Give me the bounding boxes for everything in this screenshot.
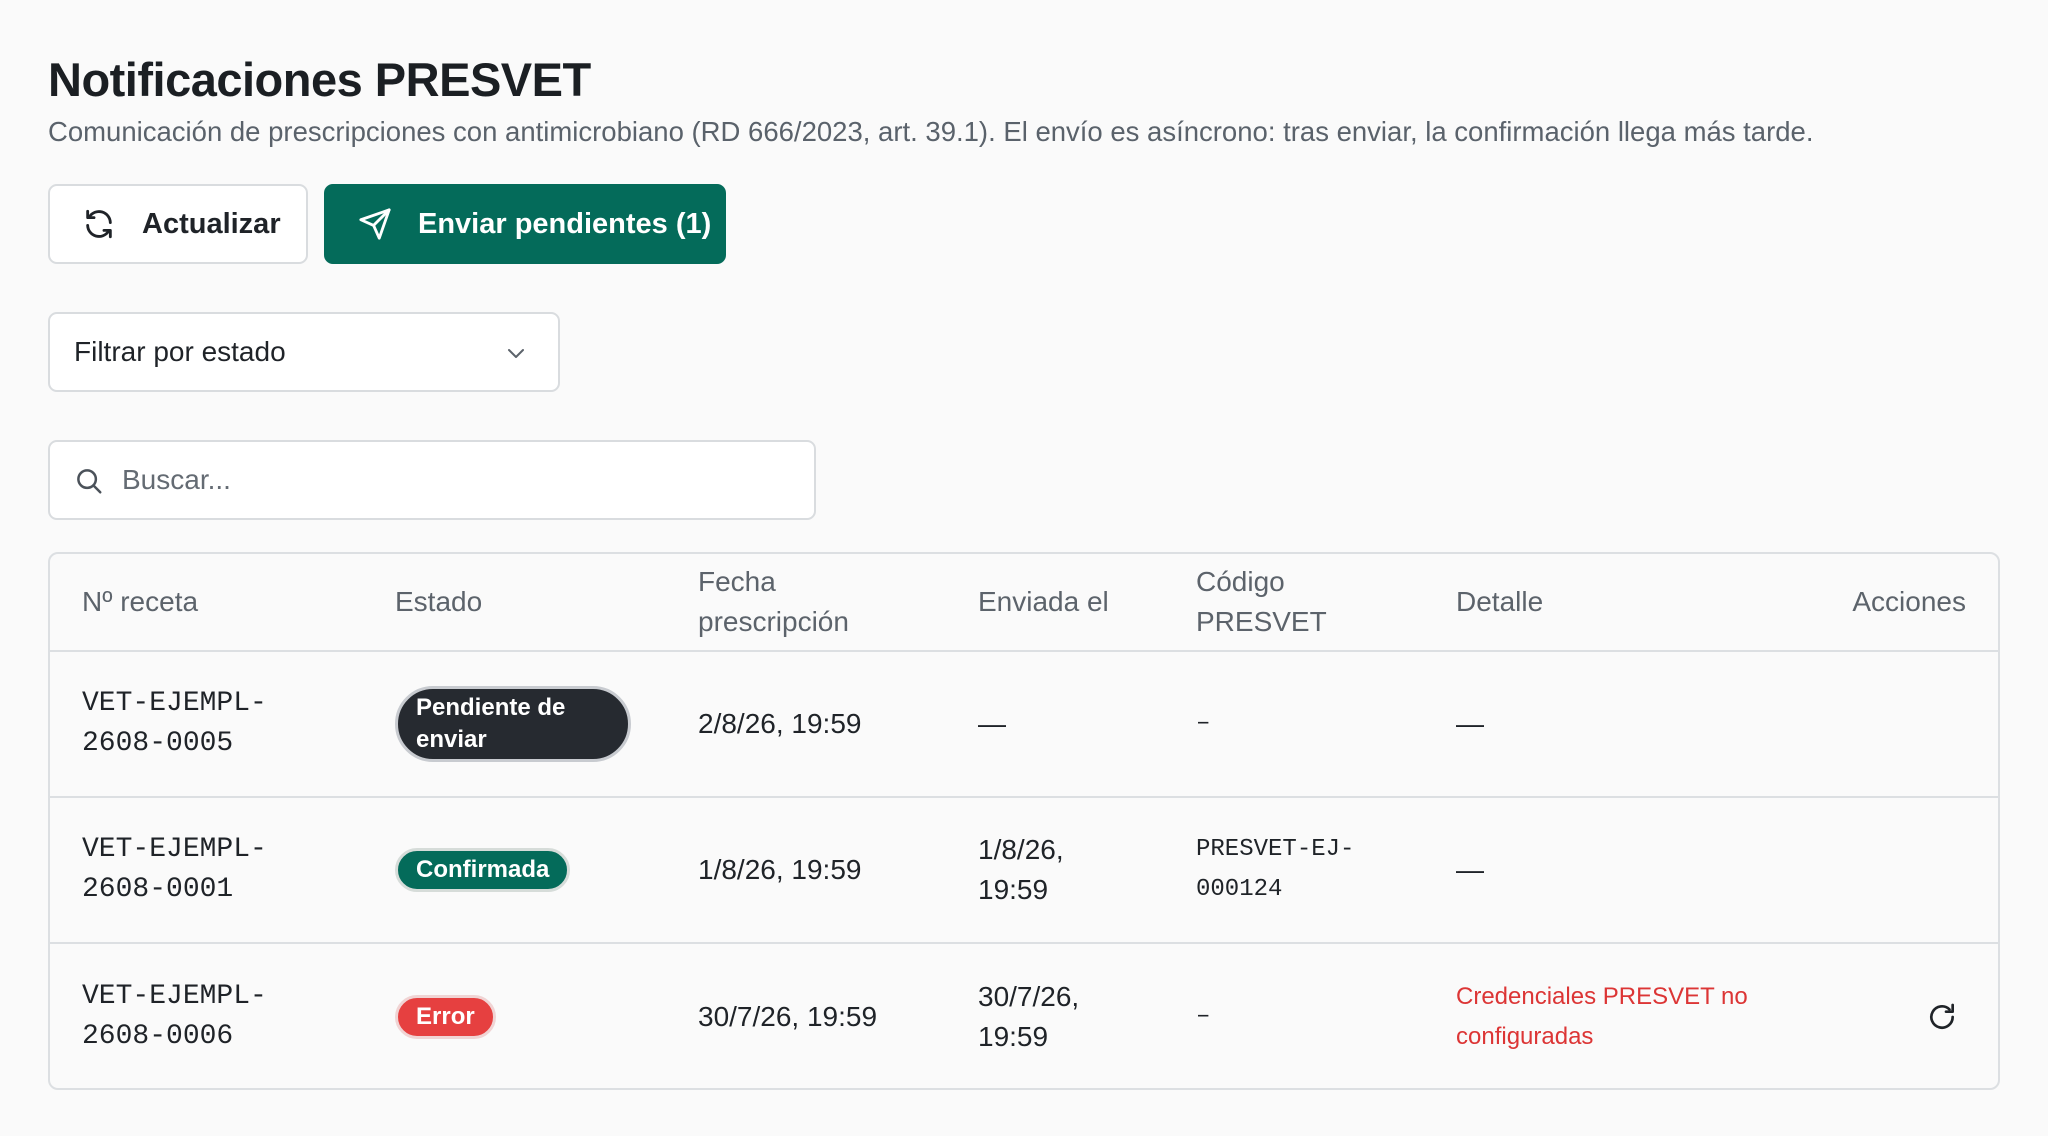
status-cell: Error <box>395 944 675 1088</box>
table-row: VET-EJEMPL- 2608-0001 Confirmada 1/8/26, … <box>50 798 1998 944</box>
send-pending-button[interactable]: Enviar pendientes (1) <box>324 184 726 264</box>
sent-date: 1/8/26, 19:59 <box>978 834 1064 905</box>
search-input[interactable] <box>122 456 782 504</box>
column-header-acciones: Acciones <box>1852 586 1966 617</box>
search-icon <box>74 466 104 496</box>
chevron-down-icon <box>504 340 528 364</box>
status-badge: Pendiente de enviar <box>395 686 631 762</box>
receta-number: VET-EJEMPL- 2608-0001 <box>82 834 267 905</box>
refresh-icon <box>82 207 116 241</box>
prescription-date: 30/7/26, 19:59 <box>698 1001 878 1032</box>
prescription-date: 1/8/26, 19:59 <box>698 854 862 885</box>
search-box <box>48 440 816 520</box>
receta-number: VET-EJEMPL- 2608-0006 <box>82 981 267 1052</box>
paper-plane-icon <box>358 207 392 241</box>
notifications-table: Nº receta Estado Fecha prescripción Envia… <box>48 552 2000 1090</box>
presvet-code: – <box>1196 1003 1211 1030</box>
status-cell: Pendiente de enviar <box>395 652 675 796</box>
status-filter-select[interactable]: Filtrar por estado <box>48 312 560 392</box>
receta-number: VET-EJEMPL- 2608-0005 <box>82 688 267 759</box>
refresh-button[interactable]: Actualizar <box>48 184 308 264</box>
error-detail: Credenciales PRESVET no configuradas <box>1456 983 1748 1050</box>
detail: — <box>1456 854 1484 885</box>
column-header-codigo: Código PRESVET <box>1196 566 1327 637</box>
table-header: Nº receta Estado Fecha prescripción Envia… <box>50 554 1998 652</box>
status-badge: Confirmada <box>395 848 571 892</box>
column-header-estado: Estado <box>395 586 483 617</box>
retry-icon[interactable] <box>1926 1001 1958 1033</box>
status-cell: Confirmada <box>395 798 675 942</box>
sent-date: 30/7/26, 19:59 <box>978 981 1080 1052</box>
column-header-fecha: Fecha prescripción <box>698 566 849 637</box>
refresh-button-label: Actualizar <box>142 207 281 240</box>
column-header-receta: Nº receta <box>82 586 199 617</box>
prescription-date: 2/8/26, 19:59 <box>698 708 862 739</box>
table-row: VET-EJEMPL- 2608-0006 Error 30/7/26, 19:5… <box>50 944 1998 1088</box>
column-header-detalle: Detalle <box>1456 586 1544 617</box>
detail: — <box>1456 708 1484 739</box>
presvet-code: PRESVET-EJ- 000124 <box>1196 836 1355 903</box>
send-pending-label: Enviar pendientes (1) <box>418 207 712 240</box>
status-badge: Error <box>395 995 496 1039</box>
page-title: Notificaciones PRESVET <box>48 53 591 106</box>
actions-cell <box>1806 652 1966 796</box>
status-filter-value: Filtrar por estado <box>74 336 286 367</box>
presvet-code: – <box>1196 710 1211 737</box>
table-row: VET-EJEMPL- 2608-0005 Pendiente de enviar … <box>50 652 1998 798</box>
presvet-notifications-page: Notificaciones PRESVET Comunicación de p… <box>0 0 2048 1136</box>
column-header-enviada: Enviada el <box>978 586 1109 617</box>
actions-cell <box>1806 944 1966 1088</box>
sent-date: — <box>978 708 1006 739</box>
page-subtitle: Comunicación de prescripciones con antim… <box>48 116 1814 147</box>
actions-cell <box>1806 798 1966 942</box>
